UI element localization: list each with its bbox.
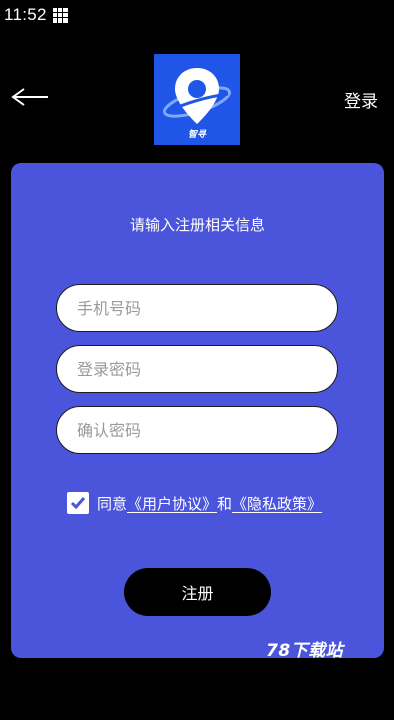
phone-field[interactable] (56, 284, 338, 332)
status-time: 11:52 (4, 5, 47, 24)
password-field[interactable] (56, 345, 338, 393)
privacy-policy-link[interactable]: 《隐私政策》 (232, 495, 322, 513)
form-title: 请输入注册相关信息 (129, 216, 265, 234)
agree-checkbox[interactable] (67, 492, 89, 514)
confirm-password-input[interactable] (77, 420, 337, 440)
status-bar: 11:52 (0, 0, 394, 30)
password-input[interactable] (77, 359, 337, 379)
agree-prefix: 同意 (97, 494, 128, 513)
checkmark-icon (70, 497, 86, 510)
top-bar: 智寻 登录 (0, 30, 394, 160)
confirm-password-field[interactable] (56, 406, 338, 454)
apps-grid-icon (52, 7, 68, 23)
agreement-text: 同意《用户协议》和《隐私政策》 (97, 493, 322, 514)
agreement-row: 同意《用户协议》和《隐私政策》 (67, 492, 322, 514)
watermark: 78下载站 (266, 641, 344, 661)
agree-and: 和 (217, 494, 233, 513)
location-pin-icon: 智寻 (163, 68, 231, 140)
arrow-left-icon (11, 88, 48, 106)
app-logo: 智寻 (154, 54, 240, 145)
register-button[interactable]: 注册 (124, 568, 271, 616)
user-agreement-link[interactable]: 《用户协议》 (127, 495, 217, 513)
back-button[interactable] (10, 82, 54, 112)
login-link[interactable]: 登录 (344, 87, 378, 112)
logo-caption: 智寻 (188, 129, 207, 140)
phone-input[interactable] (77, 298, 337, 318)
register-form-card: 请输入注册相关信息 同意《用户协议》和《隐私政策》 注册 (11, 163, 384, 658)
